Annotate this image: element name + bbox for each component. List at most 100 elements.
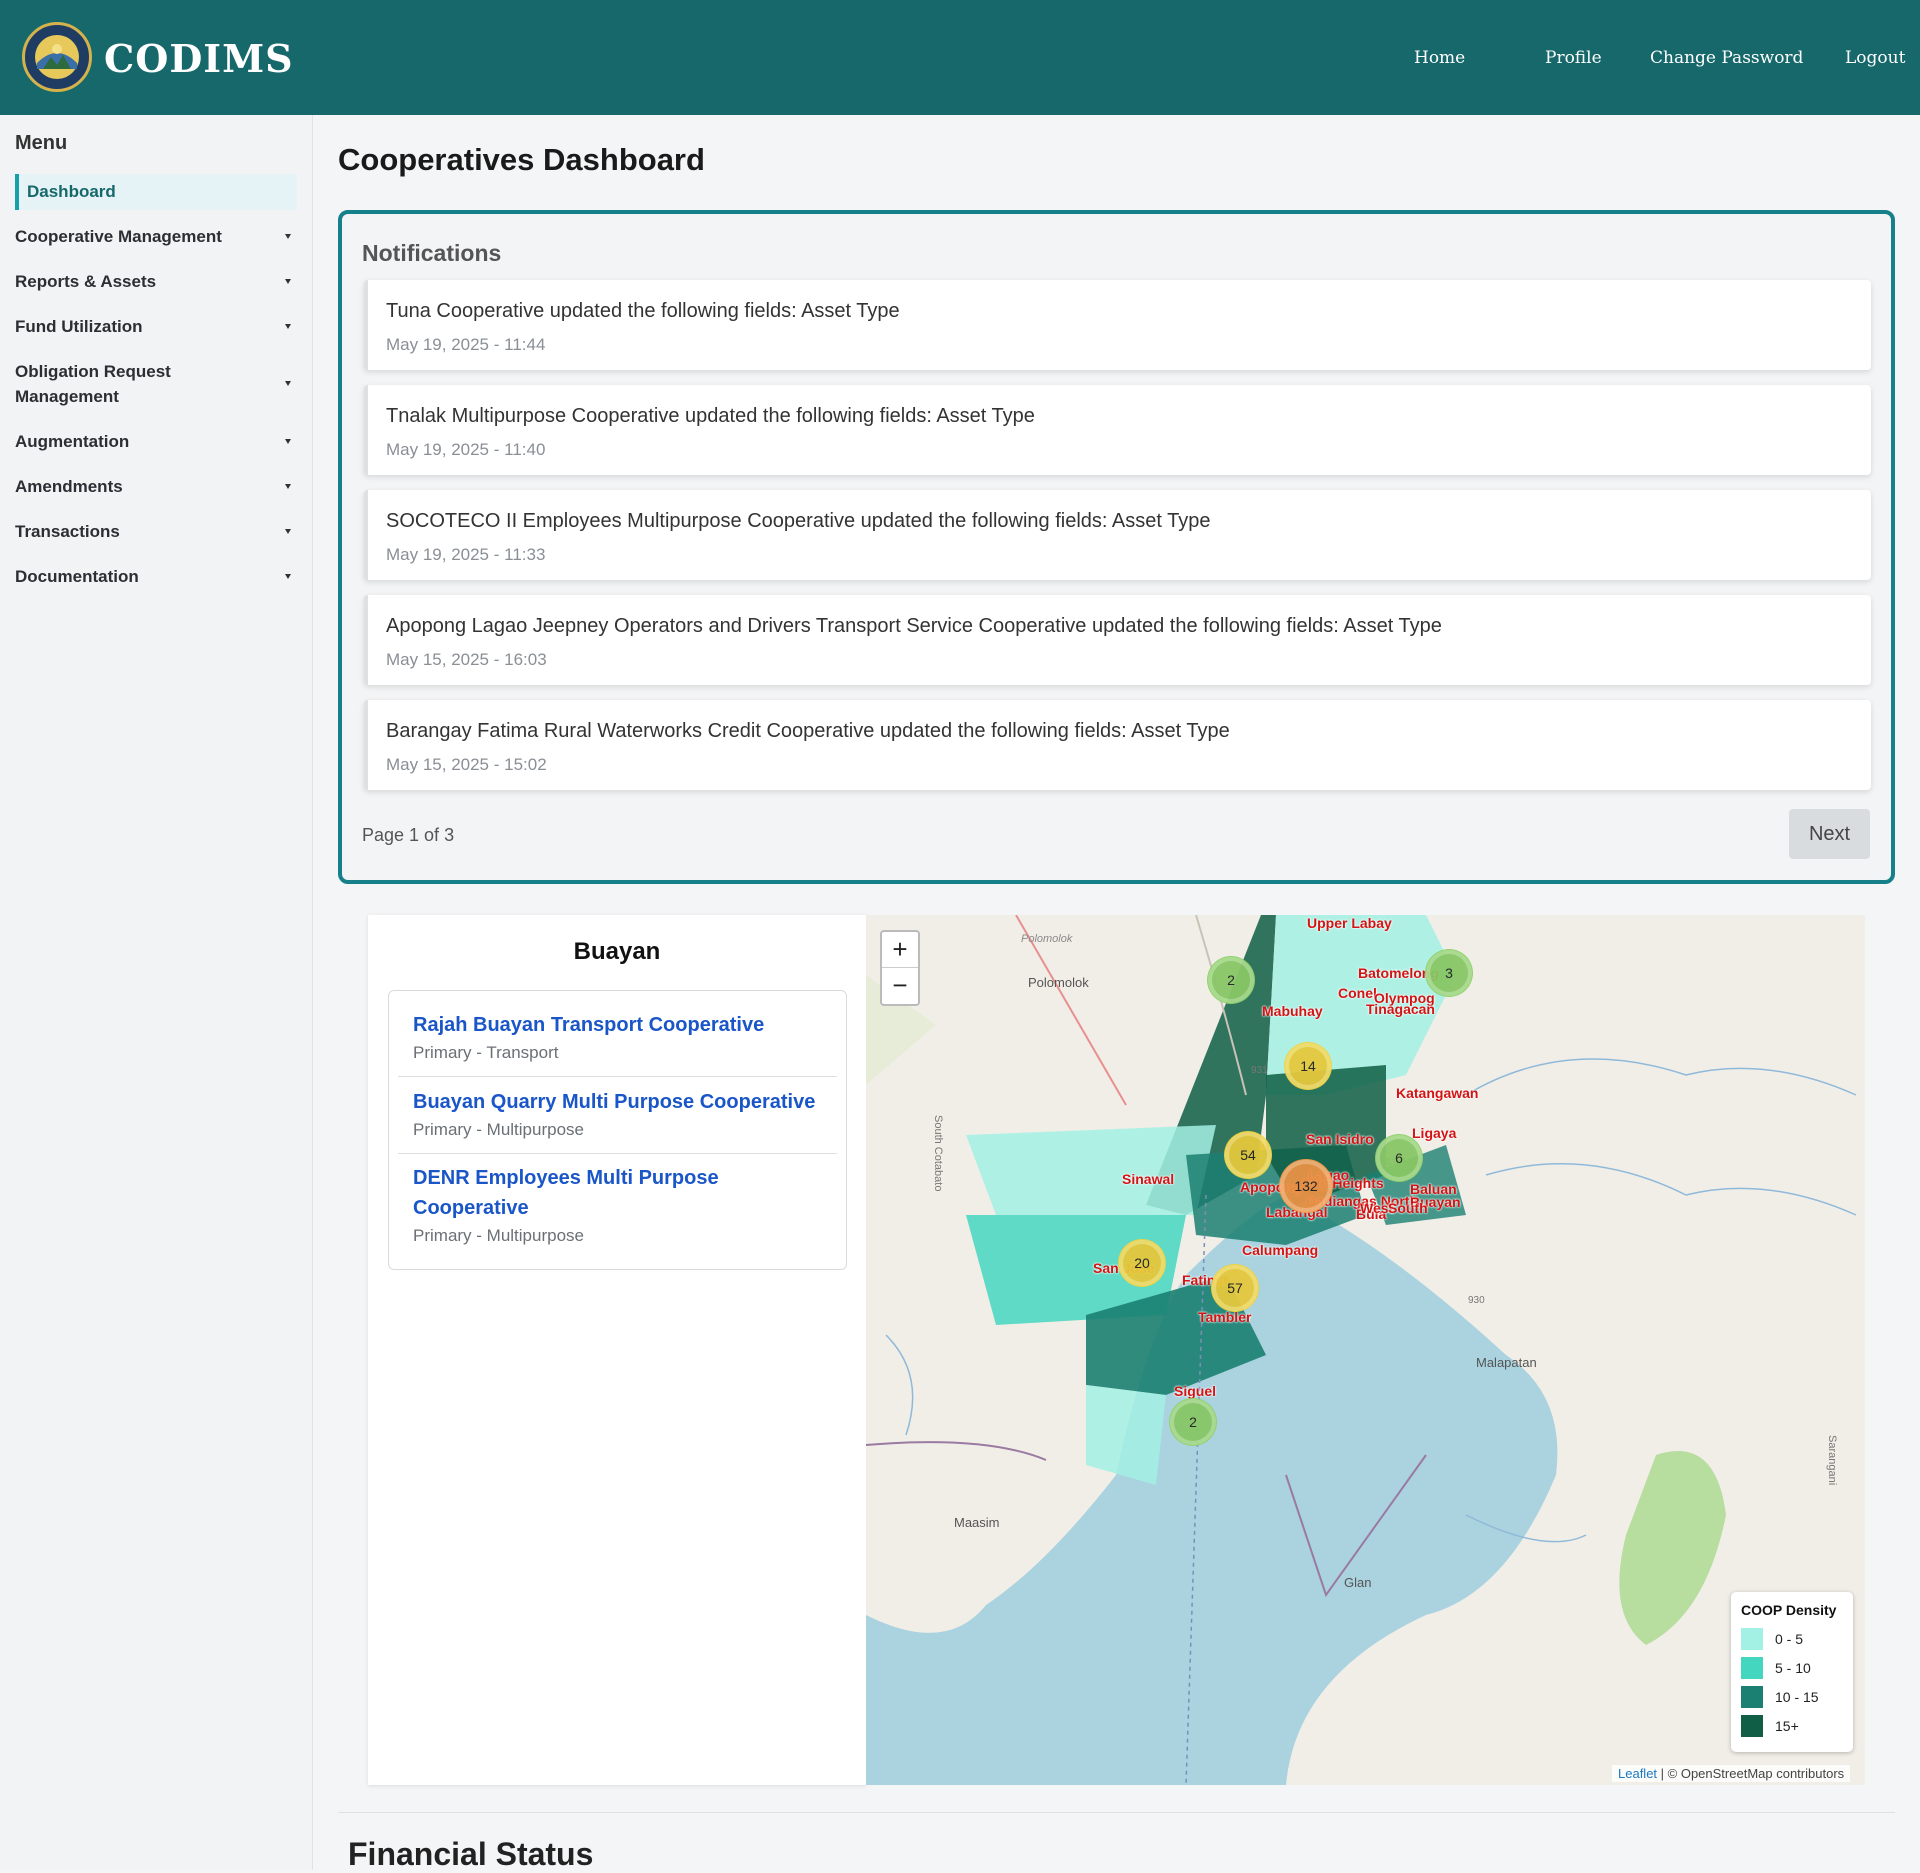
zoom-control: + −: [880, 930, 920, 1006]
map-barangay-label[interactable]: Mabuhay: [1262, 1003, 1323, 1019]
map-place-label: Polomolok: [1021, 933, 1073, 945]
legend-item: 10 - 15: [1741, 1682, 1843, 1711]
sidebar-item-fund-utilization[interactable]: Fund Utilization: [15, 314, 297, 339]
map-place-label: Sarangani: [1826, 1435, 1838, 1486]
map-barangay-label[interactable]: Katangawan: [1396, 1085, 1478, 1101]
legend-swatch: [1741, 1656, 1763, 1679]
app-header: CODIMS Home Profile Change Password Logo…: [0, 0, 1920, 115]
notification-time: May 19, 2025 - 11:40: [386, 440, 546, 459]
map-barangay-label[interactable]: Ligaya: [1412, 1125, 1456, 1141]
legend-swatch: [1741, 1685, 1763, 1708]
map-barangay-label[interactable]: Tinagacan: [1366, 1001, 1435, 1017]
caret-down-icon: [285, 573, 291, 579]
caret-down-icon: [285, 528, 291, 534]
list-divider: [398, 1076, 837, 1077]
legend-title: COOP Density: [1741, 1602, 1837, 1618]
map-place-label: Malapatan: [1476, 1355, 1537, 1370]
legend-swatch: [1741, 1627, 1763, 1650]
attribution-text: | © OpenStreetMap contributors: [1657, 1766, 1845, 1781]
notification-item[interactable]: SOCOTECO II Employees Multipurpose Coope…: [364, 490, 1871, 580]
app-brand: CODIMS: [104, 36, 294, 81]
sidebar-item-amendments[interactable]: Amendments: [15, 474, 297, 499]
map-cluster-marker[interactable]: 20: [1118, 1239, 1166, 1287]
map-cluster-marker[interactable]: 14: [1284, 1042, 1332, 1090]
map-cluster-marker[interactable]: 57: [1211, 1264, 1259, 1312]
map-barangay-label[interactable]: Upper Labay: [1307, 915, 1392, 931]
notification-item[interactable]: Apopong Lagao Jeepney Operators and Driv…: [364, 595, 1871, 685]
caret-down-icon: [285, 438, 291, 444]
notification-time: May 15, 2025 - 15:02: [386, 755, 547, 774]
sidebar-item-label: Obligation Request Management: [15, 362, 171, 406]
map-barangay-label[interactable]: Siguel: [1174, 1383, 1216, 1399]
notification-message: Tnalak Multipurpose Cooperative updated …: [386, 405, 1035, 427]
map-cluster-count: 132: [1284, 1164, 1328, 1208]
sidebar-item-reports-assets[interactable]: Reports & Assets: [15, 269, 297, 294]
section-divider: [338, 1812, 1895, 1813]
map-cluster-marker[interactable]: 2: [1207, 956, 1255, 1004]
sidebar-item-label: Fund Utilization: [15, 317, 143, 336]
legend-item: 5 - 10: [1741, 1653, 1843, 1682]
map-barangay-label[interactable]: Conel: [1338, 985, 1377, 1001]
map-cluster-count: 20: [1123, 1244, 1161, 1282]
nav-home[interactable]: Home: [1414, 48, 1465, 68]
sidebar-item-cooperative-management[interactable]: Cooperative Management: [15, 224, 297, 249]
map-cluster-count: 54: [1229, 1136, 1267, 1174]
cooperative-link[interactable]: DENR Employees Multi Purpose Cooperative: [413, 1163, 773, 1223]
sidebar-item-label: Documentation: [15, 567, 139, 586]
notification-item[interactable]: Tuna Cooperative updated the following f…: [364, 280, 1871, 370]
map-cluster-count: 57: [1216, 1269, 1254, 1307]
sidebar-item-augmentation[interactable]: Augmentation: [15, 429, 297, 454]
map-cluster-marker[interactable]: 3: [1425, 949, 1473, 997]
cooperative-link[interactable]: Rajah Buayan Transport Cooperative: [413, 1010, 833, 1040]
legend-label: 10 - 15: [1775, 1688, 1819, 1705]
sidebar-item-transactions[interactable]: Transactions: [15, 519, 297, 544]
caret-down-icon: [285, 483, 291, 489]
next-page-button[interactable]: Next: [1789, 809, 1870, 859]
nav-logout[interactable]: Logout: [1845, 48, 1905, 68]
map-legend: COOP Density 0 - 5 5 - 10 10 - 15 15+: [1731, 1592, 1853, 1752]
leaflet-link[interactable]: Leaflet: [1618, 1766, 1657, 1781]
map-cluster-marker[interactable]: 2: [1169, 1398, 1217, 1446]
nav-change-password[interactable]: Change Password: [1650, 48, 1803, 68]
zoom-out-button[interactable]: −: [882, 968, 918, 1004]
map-cluster-marker[interactable]: 54: [1224, 1131, 1272, 1179]
map-barangay-label[interactable]: Tambler: [1198, 1309, 1251, 1325]
map-barangay-label[interactable]: Sinawal: [1122, 1171, 1174, 1187]
pagination-info: Page 1 of 3: [362, 825, 455, 845]
map-barangay-label[interactable]: San Isidro: [1306, 1131, 1374, 1147]
codims-logo[interactable]: [22, 22, 92, 92]
sidebar-item-label: Reports & Assets: [15, 272, 157, 291]
notification-message: Apopong Lagao Jeepney Operators and Driv…: [386, 615, 1442, 637]
map-cluster-marker[interactable]: 6: [1375, 1134, 1423, 1182]
map-barangay-label[interactable]: Calumpang: [1242, 1242, 1318, 1258]
notification-item[interactable]: Tnalak Multipurpose Cooperative updated …: [364, 385, 1871, 475]
sidebar-item-dashboard[interactable]: Dashboard: [15, 174, 297, 210]
list-divider: [398, 1153, 837, 1154]
caret-down-icon: [285, 381, 291, 386]
sidebar-item-label: Augmentation: [15, 432, 130, 451]
notification-time: May 19, 2025 - 11:44: [386, 335, 546, 354]
notification-time: May 15, 2025 - 16:03: [386, 650, 547, 669]
caret-down-icon: [285, 278, 291, 284]
coop-density-map[interactable]: PolomolokPolomolokSouth CotabatoAlabelMa…: [866, 915, 1865, 1785]
map-cluster-count: 3: [1430, 954, 1468, 992]
notification-message: Tuna Cooperative updated the following f…: [386, 300, 900, 322]
map-cluster-marker[interactable]: 132: [1279, 1159, 1333, 1213]
notifications-heading: Notifications: [362, 240, 502, 266]
sidebar-item-documentation[interactable]: Documentation: [15, 564, 297, 589]
cooperative-type: Primary - Multipurpose: [413, 1226, 584, 1245]
menu-title: Menu: [15, 132, 68, 154]
sidebar-item-obligation-request[interactable]: Obligation Request Management: [15, 359, 297, 409]
zoom-in-button[interactable]: +: [882, 932, 918, 968]
map-place-label: South Cotabato: [932, 1115, 944, 1192]
map-barangay-label[interactable]: South: [1388, 1200, 1428, 1216]
map-cluster-count: 6: [1380, 1139, 1418, 1177]
legend-label: 15+: [1775, 1717, 1799, 1734]
cooperative-link[interactable]: Buayan Quarry Multi Purpose Cooperative: [413, 1087, 833, 1117]
page-title: Cooperatives Dashboard: [338, 142, 705, 177]
notification-item[interactable]: Barangay Fatima Rural Waterworks Credit …: [364, 700, 1871, 790]
map-cluster-count: 2: [1174, 1403, 1212, 1441]
map-canvas: [866, 915, 1865, 1785]
nav-profile[interactable]: Profile: [1545, 48, 1602, 68]
caret-down-icon: [285, 233, 291, 239]
